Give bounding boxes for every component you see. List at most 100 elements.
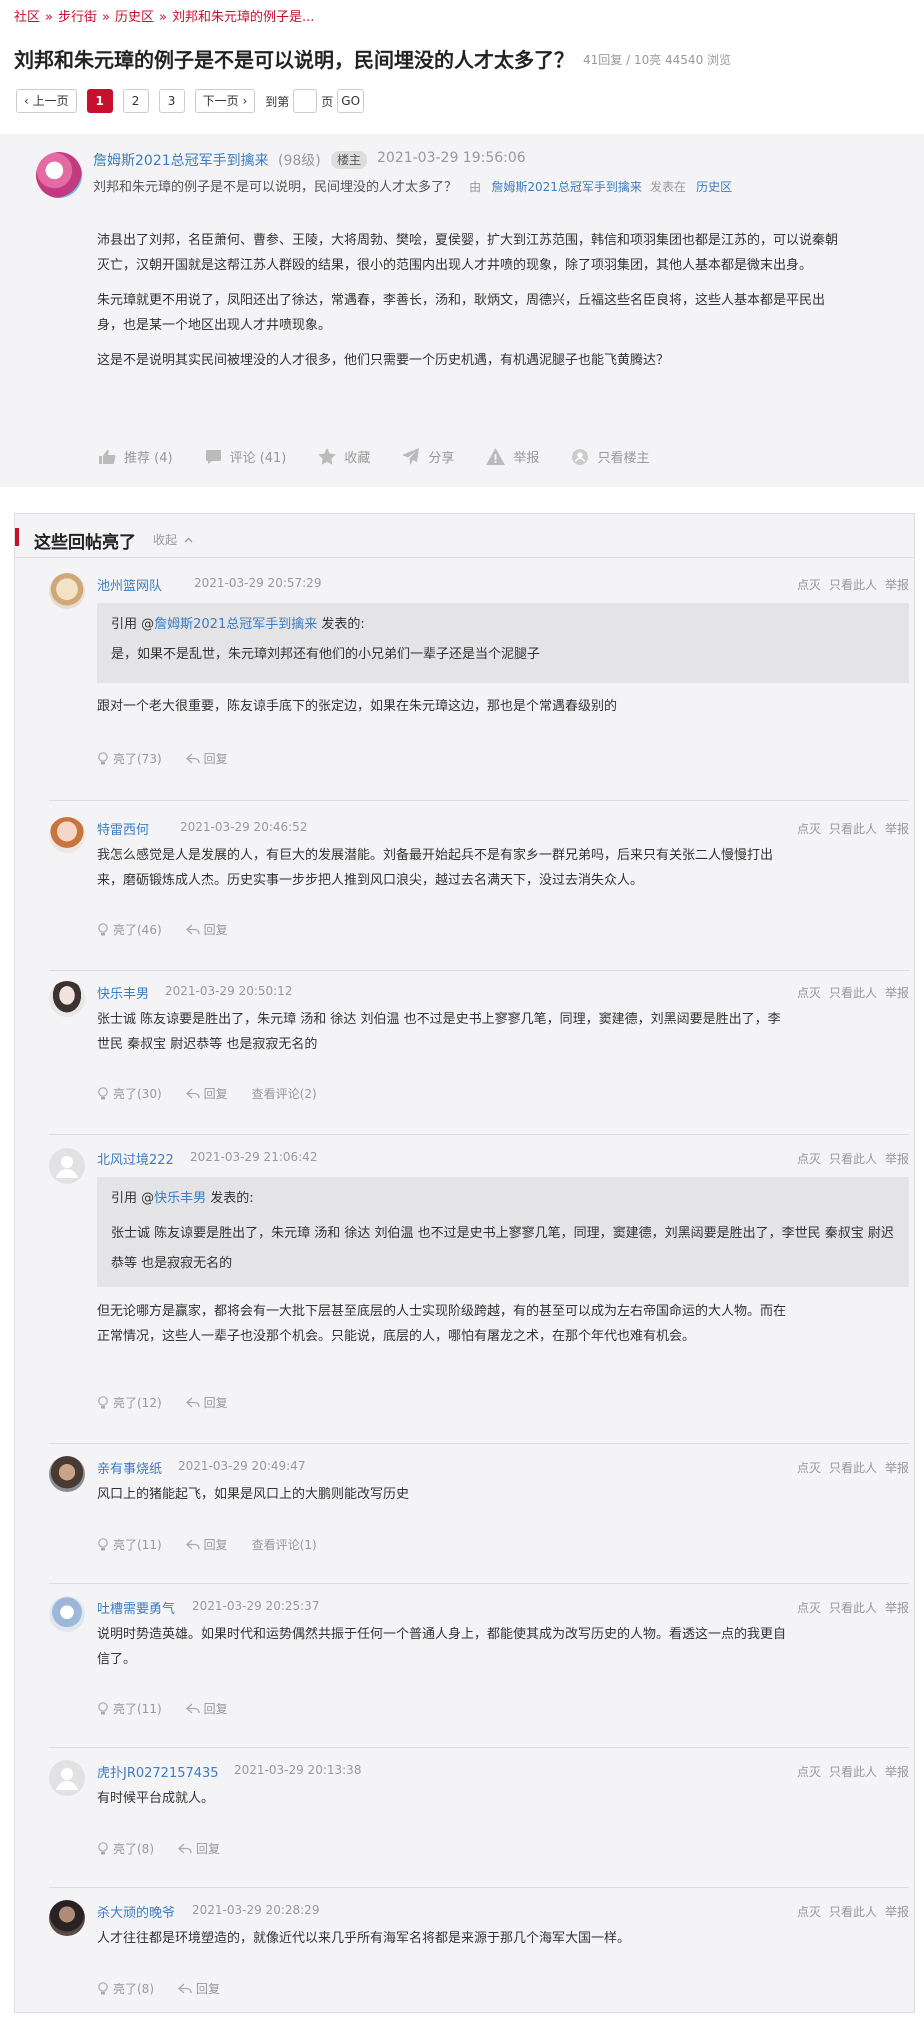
avatar[interactable] [49,573,85,609]
lightbulb-icon [98,1086,108,1099]
dislike-link[interactable]: 点灭 [797,1152,821,1166]
op-time: 2021-03-29 19:56:06 [377,150,526,166]
only-this-user-link[interactable]: 只看此人 [829,986,877,1000]
go-button[interactable]: GO [337,89,365,113]
reply-button[interactable]: 回复 [185,1700,228,1717]
reply-button[interactable]: 回复 [185,921,228,938]
reply-username[interactable]: 杀大顽的晚爷 [97,1902,175,1921]
light-button[interactable]: 亮了(8) [97,1840,154,1857]
lightbulb-icon [98,1981,108,1994]
only-this-user-link[interactable]: 只看此人 [829,578,877,592]
board-link[interactable]: 历史区 [696,180,732,194]
reply-username[interactable]: 北风过境222 [97,1149,174,1168]
prev-page-button[interactable]: ‹ 上一页 [16,89,77,113]
op-avatar[interactable] [36,152,82,198]
page-3-button[interactable]: 3 [158,89,185,113]
breadcrumb-pedestrian-street[interactable]: 步行街 [58,10,97,25]
report-link[interactable]: 举报 [885,578,909,592]
page-unit-label: 页 [321,94,334,109]
report-link[interactable]: 举报 [885,986,909,1000]
page-1-button[interactable]: 1 [86,89,113,113]
reply-button[interactable]: 回复 [185,750,228,767]
dislike-link[interactable]: 点灭 [797,1905,821,1919]
avatar[interactable] [49,1148,85,1184]
reply-label: 回复 [203,1702,228,1716]
breadcrumb-current[interactable]: 刘邦和朱元璋的例子是... [172,10,314,25]
breadcrumb-community[interactable]: 社区 [14,10,40,25]
light-button[interactable]: 亮了(11) [97,1700,162,1717]
reply-button[interactable]: 回复 [185,1536,228,1553]
reply-username[interactable]: 池州篮网队 [97,575,162,594]
reply-button[interactable]: 回复 [185,1394,228,1411]
op-actions: 推荐 (4) 评论 (41) 收藏 分享 举报 只看楼主 [98,447,681,466]
light-button[interactable]: 亮了(46) [97,921,162,938]
report-link[interactable]: 举报 [885,822,909,836]
only-this-user-link[interactable]: 只看此人 [829,822,877,836]
reply-time: 2021-03-29 21:06:42 [190,1150,318,1164]
reply-button[interactable]: 回复 [178,1980,220,1997]
op-author-link[interactable]: 詹姆斯2021总冠军手到擒来 [491,180,642,194]
page-jump-input[interactable] [293,89,318,113]
page-title: 刘邦和朱元璋的例子是不是可以说明，民间埋没的人才太多了？ [14,48,574,72]
avatar[interactable] [49,1596,85,1632]
dislike-link[interactable]: 点灭 [797,986,821,1000]
view-comments-link[interactable]: 查看评论(1) [252,1536,317,1553]
page-2-button[interactable]: 2 [122,89,149,113]
avatar[interactable] [49,1456,85,1492]
dislike-link[interactable]: 点灭 [797,1461,821,1475]
reply-username[interactable]: 快乐丰男 [97,983,149,1002]
quote-user-link[interactable]: 快乐丰男 [154,1191,206,1206]
dislike-link[interactable]: 点灭 [797,1601,821,1615]
light-button[interactable]: 亮了(11) [97,1536,162,1553]
reply-footer: 亮了(12) 回复 [97,1394,252,1411]
only-this-user-link[interactable]: 只看此人 [829,1601,877,1615]
reply-button[interactable]: 回复 [178,1840,220,1857]
only-this-user-link[interactable]: 只看此人 [829,1905,877,1919]
reply-text: 风口上的猪能起飞，如果是风口上的大鹏则能改写历史 [97,1487,410,1502]
reply-username[interactable]: 特雷西何 [97,819,149,838]
reply-username[interactable]: 亲有事烧纸 [97,1458,162,1477]
reply-icon [185,1088,200,1099]
dislike-link[interactable]: 点灭 [797,1765,821,1779]
report-link[interactable]: 举报 [885,1461,909,1475]
avatar[interactable] [49,817,85,853]
dislike-link[interactable]: 点灭 [797,578,821,592]
avatar[interactable] [49,1900,85,1936]
only-this-user-link[interactable]: 只看此人 [829,1461,877,1475]
report-link[interactable]: 举报 [885,1765,909,1779]
light-button[interactable]: 亮了(30) [97,1085,162,1102]
share-button[interactable]: 分享 [402,447,454,466]
avatar[interactable] [49,981,85,1017]
view-comments-link[interactable]: 查看评论(2) [252,1085,317,1102]
reply-username[interactable]: 虎扑JR0272157435 [97,1762,219,1781]
light-button[interactable]: 亮了(8) [97,1980,154,1997]
report-link[interactable]: 举报 [885,1601,909,1615]
only-op-button[interactable]: 只看楼主 [571,447,649,466]
comment-button[interactable]: 评论 (41) [205,447,286,466]
op-username[interactable]: 詹姆斯2021总冠军手到擒来 [93,150,269,170]
quote-user-link[interactable]: 詹姆斯2021总冠军手到擒来 [154,617,317,632]
next-page-button[interactable]: 下一页 › [194,89,256,113]
breadcrumb-history[interactable]: 历史区 [115,10,154,25]
avatar[interactable] [49,1760,85,1796]
posted-in-label: 发表在 [650,180,687,194]
reply-footer: 亮了(8) 回复 [97,1840,244,1857]
collapse-toggle[interactable]: 收起 [153,531,193,548]
reply-button[interactable]: 回复 [185,1085,228,1102]
section-accent-bar [15,528,19,546]
light-button[interactable]: 亮了(73) [97,750,162,767]
report-link[interactable]: 举报 [885,1905,909,1919]
only-this-user-link[interactable]: 只看此人 [829,1152,877,1166]
light-button[interactable]: 亮了(12) [97,1394,162,1411]
report-link[interactable]: 举报 [885,1152,909,1166]
recommend-button[interactable]: 推荐 (4) [98,447,173,466]
op-level: (98级) [278,153,321,169]
dislike-link[interactable]: 点灭 [797,822,821,836]
only-this-user-link[interactable]: 只看此人 [829,1765,877,1779]
reply-item: 亲有事烧纸 2021-03-29 20:49:47 点灭 只看此人 举报 风口上的猪… [49,1444,909,1584]
collect-button[interactable]: 收藏 [318,447,370,466]
report-button[interactable]: 举报 [486,447,539,466]
reply-actions: 点灭 只看此人 举报 [789,1763,909,1780]
reply-username[interactable]: 吐槽需要勇气 [97,1598,175,1617]
hot-replies-title: 这些回帖亮了 [34,533,136,553]
